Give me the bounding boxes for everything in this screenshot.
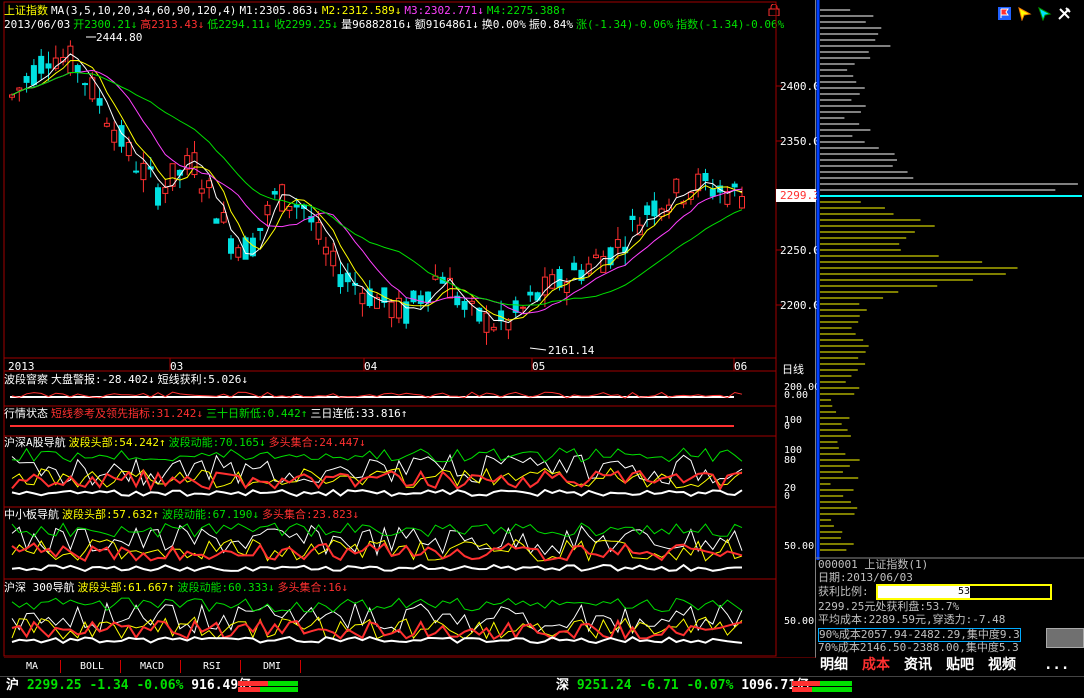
cost-line-2: 平均成本:2289.59元,穿透力:-7.48 [818,613,1006,626]
indicator-tab-ma[interactable]: MA [4,660,61,673]
panel-item: 三日连低:33.816↑ [310,407,408,420]
panel-label[interactable]: 波段窨察 大盘警报:-28.402↓ 短线获利:5.026↓ [4,373,251,386]
status-sz[interactable]: 深 9251.24 -6.71 -0.07% 1096.71亿 [556,677,809,695]
price-tick: 2250.0 [780,244,820,257]
indicator-tab-rsi[interactable]: RSI [184,660,241,673]
sz-label: 深 [556,678,570,693]
sh-strength-bar [238,681,298,693]
sz-price: 9251.24 [576,678,632,693]
right-tab[interactable]: 视频 [988,657,1016,673]
price-tick: 2400.0 [780,80,820,93]
panel-item: 短线参考及领先指标:31.242↓ [51,407,203,420]
chip-distribution[interactable] [816,0,1084,560]
panel-item: 波段动能:60.333↓ [177,581,275,594]
panel-item: 波段头部:54.242↑ [68,436,166,449]
panel-tick: 0 [784,421,791,432]
panel-tick: 50.00 [784,541,815,552]
panel-tick: 0.00 [784,390,809,401]
panel-item: 波段头部:57.632↑ [62,508,159,521]
low-price-label: 2161.14 [548,344,595,357]
month-label: 2013 [8,360,35,373]
price-tick: 2350.0 [780,135,820,148]
indicator-tab-macd[interactable]: MACD [124,660,181,673]
panel-tick: 80 [784,455,797,466]
panel-label[interactable]: 行情状态 短线参考及领先指标:31.242↓ 三十日新低:0.442↑ 三日连低:33… [4,407,410,420]
panel-title: 沪深A股导航 [4,436,66,449]
sh-price: 2299.25 [26,678,82,693]
panel-item: 多头集合:23.823↓ [261,508,359,521]
panel-title: 波段窨察 [4,373,48,386]
panel-item: 波段动能:67.190↓ [161,508,259,521]
profit-ratio-bar: 53.7% [876,584,1052,600]
scroll-handle[interactable] [1046,628,1084,648]
right-tab[interactable]: 成本 [862,657,890,673]
panel-item: 波段动能:70.165↓ [168,436,266,449]
panel-label[interactable]: 沪深 300导航 波段头部:61.667↑ 波段动能:60.333↓ 多头集合:16↓ [4,581,351,594]
cost-line-1: 2299.25元处获利盘:53.7% [818,600,960,613]
sz-strength-bar [792,681,852,693]
profit-ratio-value: 53.7% [958,586,989,597]
panel-title: 沪深 300导航 [4,581,75,594]
panel-item: 大盘警报:-28.402↓ [51,373,155,386]
high-price-label: 2444.80 [96,31,143,44]
current-price-label: 2299.3 [780,189,820,202]
sz-change: -6.71 [639,678,679,693]
month-label: 05 [532,360,546,373]
month-label: 04 [364,360,378,373]
main-chart[interactable] [0,0,816,658]
right-tab[interactable]: 资讯 [904,657,932,673]
cost-date: 日期:2013/06/03 [818,571,913,584]
panel-item: 波段头部:61.667↑ [77,581,175,594]
status-sh[interactable]: 沪 2299.25 -1.34 -0.06% 916.49亿 [6,677,251,695]
sh-label: 沪 [6,678,20,693]
right-tab[interactable]: 贴吧 [946,657,974,673]
price-tick: 2200.0 [780,299,820,312]
sz-pct: -0.07% [686,678,734,693]
sh-change: -1.34 [89,678,129,693]
month-label: 06 [734,360,748,373]
panel-item: 多头集合:16↓ [277,581,348,594]
panel-label[interactable]: 中小板导航 波段头部:57.632↑ 波段动能:67.190↓ 多头集合:23.823… [4,508,362,521]
right-tab[interactable]: ... [1044,657,1069,673]
profit-ratio-label: 获利比例: [818,585,869,598]
cost-code-name: 000001 上证指数(1) [818,558,929,571]
panel-title: 中小板导航 [4,508,59,521]
sh-pct: -0.06% [136,678,184,693]
panel-item: 多头集合:24.447↓ [268,436,366,449]
panel-label[interactable]: 沪深A股导航 波段头部:54.242↑ 波段动能:70.165↓ 多头集合:24.44… [4,436,369,449]
indicator-tab-dmi[interactable]: DMI [244,660,301,673]
right-tab[interactable]: 明细 [820,657,848,673]
period-label[interactable]: 日线 [782,361,804,377]
panel-item: 三十日新低:0.442↑ [205,407,308,420]
panel-item: 短线获利:5.026↓ [157,373,248,386]
indicator-tab-boll[interactable]: BOLL [64,660,121,673]
panel-tick: 0 [784,491,791,502]
panel-title: 行情状态 [4,407,48,420]
cost-line-3: 90%成本2057.94-2482.29,集中度9.3 [818,628,1021,642]
cost-line-4: 70%成本2146.50-2388.00,集中度5.3 [818,641,1019,654]
month-label: 03 [170,360,184,373]
panel-tick: 50.00 [784,616,815,627]
